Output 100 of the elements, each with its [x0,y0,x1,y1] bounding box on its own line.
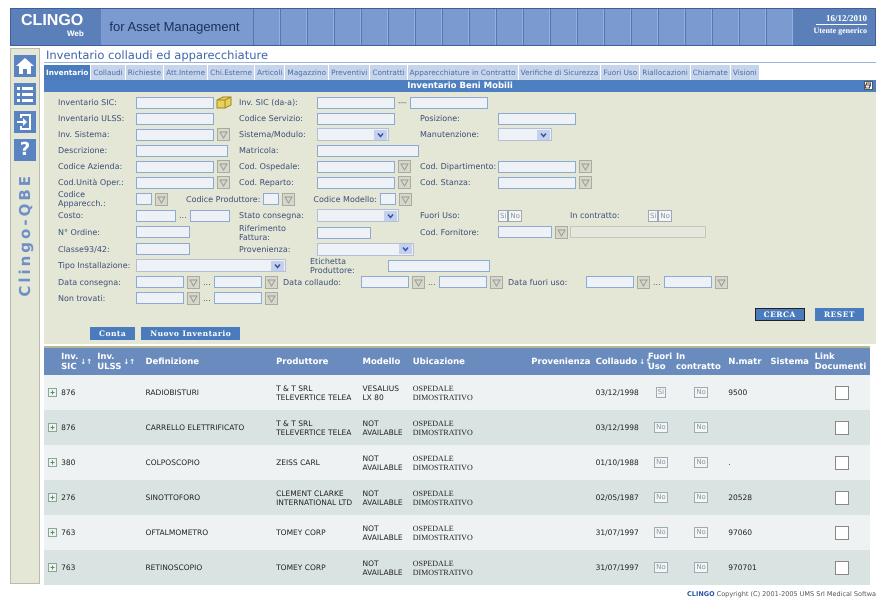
input-field[interactable] [136,112,214,124]
column-header[interactable]: In contratto [676,352,721,372]
column-header[interactable]: Collaudo [596,356,638,366]
checkbox[interactable] [834,456,849,470]
lookup-button[interactable] [637,276,650,289]
lookup-button[interactable] [217,176,230,189]
column-header[interactable]: Ubicazione [412,356,465,366]
column-header[interactable]: Inv. SIC [61,352,78,372]
input-field[interactable] [317,160,395,172]
table-cell: OSPEDALE DIMOSTRATIVO [412,558,473,576]
checkbox[interactable] [834,526,849,540]
input-field[interactable] [498,160,576,172]
help-button[interactable]: ? [14,139,36,161]
lookup-button[interactable] [217,160,230,173]
column-header[interactable]: Produttore [276,356,328,366]
lookup-button[interactable] [187,276,200,289]
input-field[interactable] [438,276,487,288]
lookup-button[interactable] [398,176,411,189]
checkbox[interactable] [834,420,849,434]
lookup-button[interactable] [579,160,592,173]
input-field[interactable] [190,210,230,222]
lookup-button[interactable] [398,192,412,206]
field-label: Codice Modello: [313,194,377,204]
lookup-button[interactable] [264,292,278,305]
lookup-button[interactable] [398,160,411,173]
restore-icon[interactable] [864,81,873,90]
checkbox[interactable] [834,560,849,574]
lookup-button[interactable] [412,276,425,289]
lookup-button[interactable] [282,192,296,206]
input-field[interactable] [664,276,712,288]
input-field[interactable] [498,112,576,124]
column-header[interactable]: Provenienza [531,356,590,366]
input-field[interactable] [136,292,184,304]
user-name: Utente generico [813,25,867,37]
input-field[interactable] [136,160,214,172]
input-field[interactable] [136,276,184,288]
lookup-button[interactable] [217,128,230,141]
expand-icon[interactable] [48,388,57,397]
input-field[interactable] [317,176,395,188]
input-field[interactable] [586,276,634,288]
input-field[interactable] [380,193,396,206]
input-field[interactable] [136,210,176,222]
toolbar-slot [766,9,792,45]
input-field[interactable] [570,226,706,238]
input-field[interactable] [136,96,214,108]
field-label: Posizione: [420,114,461,123]
checkbox[interactable] [834,490,849,504]
input-field[interactable] [214,276,262,288]
lookup-button[interactable] [490,276,503,289]
field-label: Cod. Fornitore: [420,228,480,237]
dropdown-field[interactable] [317,209,399,222]
column-header[interactable]: Sistema [770,356,809,366]
input-field[interactable] [410,96,488,108]
field-label: Classe93/42: [58,244,111,254]
input-field[interactable] [136,193,152,206]
lookup-button[interactable] [187,292,200,305]
lookup-button[interactable] [579,176,592,189]
expand-icon[interactable] [48,493,57,502]
input-field[interactable] [317,112,395,124]
input-field[interactable] [317,226,371,238]
lookup-button[interactable] [555,226,568,239]
column-header[interactable]: Modello [362,356,400,366]
input-field[interactable] [136,128,214,140]
input-field[interactable] [263,193,280,206]
input-field[interactable] [498,226,552,238]
input-field[interactable] [136,243,190,256]
checkbox[interactable] [834,386,849,400]
input-field[interactable] [498,176,576,188]
expand-icon[interactable] [48,528,57,537]
lookup-button[interactable] [155,192,168,206]
dropdown-field[interactable] [498,128,552,141]
input-field[interactable] [136,226,190,238]
expand-icon[interactable] [48,458,57,467]
input-field[interactable] [136,176,214,188]
toolbar-slot [738,9,766,45]
dropdown-field[interactable] [317,128,389,141]
column-header[interactable]: Definizione [145,356,200,366]
lookup-button[interactable] [264,276,278,289]
column-header[interactable]: Link Documenti [814,352,866,372]
toolbar-slot [684,9,712,45]
input-field[interactable] [317,144,419,156]
toolbar-slot [468,9,496,45]
list-icon[interactable] [14,83,36,105]
input-field[interactable] [388,260,490,272]
lookup-button[interactable] [714,276,728,289]
input-field[interactable] [317,96,395,108]
field-label: N° Ordine: [58,228,101,237]
expand-icon[interactable] [48,423,57,432]
input-field[interactable] [214,292,262,304]
dropdown-field[interactable] [317,242,414,256]
input-field[interactable] [136,144,228,156]
exit-icon[interactable] [14,111,36,133]
field-label: Inv. SIC (da-a): [239,98,299,107]
column-header[interactable]: N.matr [728,356,762,366]
chevron-down-icon [271,260,284,271]
input-field[interactable] [361,276,409,288]
home-icon[interactable] [14,55,36,77]
dropdown-field[interactable] [136,259,286,272]
column-header[interactable]: Inv. ULSS [97,352,122,372]
expand-icon[interactable] [48,563,57,572]
